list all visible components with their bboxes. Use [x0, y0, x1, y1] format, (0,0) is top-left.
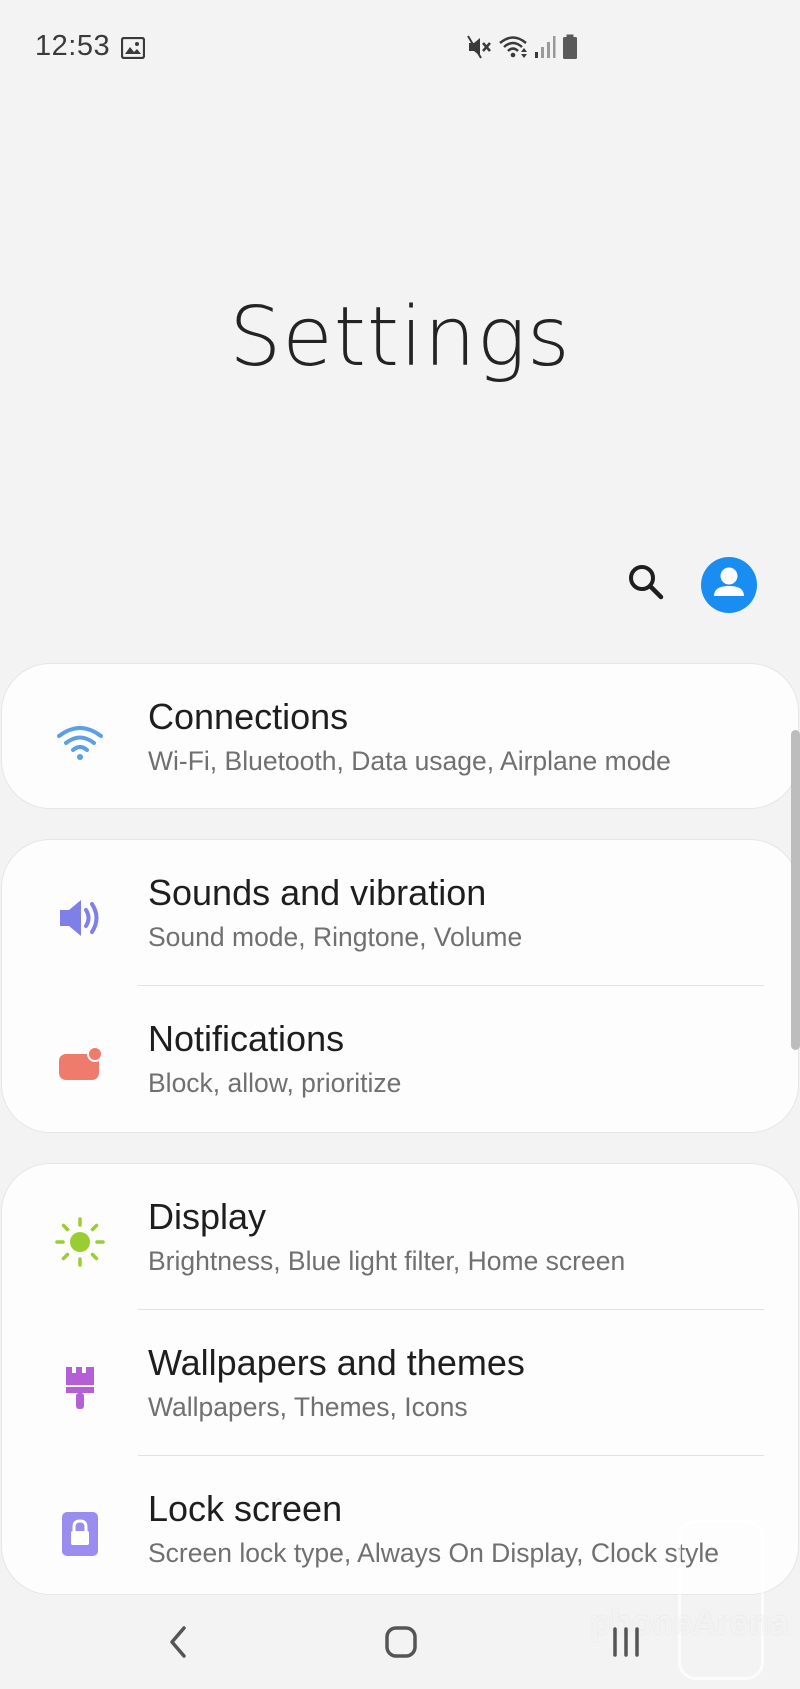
speaker-icon [52, 890, 108, 946]
notification-icon [52, 1036, 108, 1092]
brush-icon [52, 1360, 108, 1416]
settings-item-notifications[interactable]: Notifications Block, allow, prioritize [2, 986, 798, 1132]
settings-item-title: Connections [148, 696, 349, 737]
settings-group-sound-notifications: Sounds and vibration Sound mode, Rington… [2, 840, 798, 1132]
recent-apps-button[interactable] [586, 1614, 666, 1674]
account-icon [701, 555, 757, 616]
settings-group-connections: Connections Wi-Fi, Bluetooth, Data usage… [2, 664, 798, 808]
settings-item-wallpapers[interactable]: Wallpapers and themes Wallpapers, Themes… [2, 1310, 798, 1456]
settings-item-title: Display [148, 1196, 267, 1237]
back-icon [164, 1624, 192, 1665]
settings-item-display[interactable]: Display Brightness, Blue light filter, H… [2, 1164, 798, 1310]
recent-apps-icon [608, 1624, 644, 1665]
settings-item-subtitle: Brightness, Blue light filter, Home scre… [148, 1246, 626, 1276]
status-bar: 12:53 [0, 0, 800, 100]
settings-item-sounds[interactable]: Sounds and vibration Sound mode, Rington… [2, 840, 798, 986]
back-button[interactable] [138, 1614, 218, 1674]
home-button[interactable] [361, 1614, 441, 1674]
settings-item-subtitle: Wi-Fi, Bluetooth, Data usage, Airplane m… [148, 746, 671, 776]
page-title: Settings [229, 290, 571, 385]
settings-group-display: Display Brightness, Blue light filter, H… [2, 1164, 798, 1594]
search-icon [627, 563, 665, 606]
lock-icon [52, 1506, 108, 1562]
sun-icon [52, 1214, 108, 1270]
settings-item-subtitle: Block, allow, prioritize [148, 1068, 402, 1098]
search-button[interactable] [624, 562, 668, 606]
signal-icon [534, 35, 556, 64]
mute-icon [466, 34, 492, 65]
settings-item-title: Sounds and vibration [148, 872, 487, 913]
navigation-bar [0, 1600, 800, 1689]
account-button[interactable] [701, 557, 757, 613]
wifi-icon [498, 34, 528, 65]
home-icon [383, 1624, 419, 1665]
settings-item-subtitle: Screen lock type, Always On Display, Clo… [148, 1538, 719, 1568]
settings-item-title: Notifications [148, 1018, 345, 1059]
settings-item-title: Wallpapers and themes [148, 1342, 525, 1383]
gallery-icon [120, 36, 146, 64]
wifi-icon [52, 714, 108, 770]
settings-item-subtitle: Sound mode, Ringtone, Volume [148, 922, 523, 952]
status-icons [466, 34, 578, 65]
settings-item-subtitle: Wallpapers, Themes, Icons [148, 1392, 468, 1422]
scrollbar[interactable] [791, 730, 800, 1050]
settings-item-title: Lock screen [148, 1488, 343, 1529]
settings-item-connections[interactable]: Connections Wi-Fi, Bluetooth, Data usage… [2, 664, 798, 810]
battery-icon [562, 34, 578, 65]
status-time: 12:53 [35, 30, 111, 62]
